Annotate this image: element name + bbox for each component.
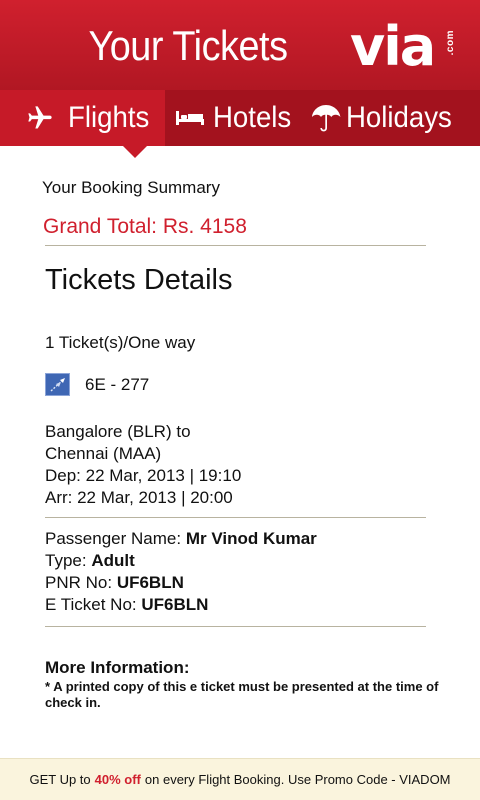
divider — [45, 626, 426, 627]
route-destination: Chennai (MAA) — [45, 444, 162, 463]
ticket-type: 1 Ticket(s)/One way — [45, 333, 196, 352]
page-title: Your Tickets — [88, 22, 288, 69]
tab-flights-label: Flights — [68, 101, 150, 134]
route-info: Bangalore (BLR) to Chennai (MAA) Dep: 22… — [45, 421, 241, 509]
pnr-value: UF6BLN — [116, 573, 184, 592]
airplane-icon — [28, 106, 52, 129]
pnr-row: PNR No: UF6BLN — [45, 572, 317, 594]
active-tab-pointer — [123, 146, 147, 158]
tab-flights[interactable]: Flights — [0, 90, 165, 146]
eticket-label: E Ticket No: — [45, 595, 137, 614]
booking-summary-label: Your Booking Summary — [42, 178, 220, 197]
flight-number: 6E - 277 — [85, 374, 150, 394]
eticket-value: UF6BLN — [141, 595, 209, 614]
promo-highlight: 40% off — [94, 772, 141, 787]
more-information: More Information: * A printed copy of th… — [45, 658, 465, 711]
tab-holidays-label: Holidays — [346, 101, 452, 134]
pnr-label: PNR No: — [45, 573, 113, 592]
flight-row: 6E - 277 — [45, 373, 149, 396]
passenger-info: Passenger Name: Mr Vinod Kumar Type: Adu… — [45, 528, 317, 616]
promo-banner[interactable]: GET Up to 40% off on every Flight Bookin… — [0, 758, 480, 800]
passenger-type-label: Type: — [45, 551, 87, 570]
eticket-row: E Ticket No: UF6BLN — [45, 594, 317, 616]
passenger-type-row: Type: Adult — [45, 550, 317, 572]
passenger-type-value: Adult — [91, 551, 135, 570]
tab-hotels[interactable]: Hotels — [165, 90, 300, 146]
grand-total: Grand Total: Rs. 4158 — [43, 215, 247, 238]
airline-logo-icon — [45, 373, 70, 396]
passenger-name-label: Passenger Name: — [45, 529, 182, 548]
bed-icon — [176, 111, 204, 125]
passenger-name-value: Mr Vinod Kumar — [185, 529, 317, 548]
tab-bar: Flights Hotels Holidays — [0, 90, 480, 146]
more-information-note: * A printed copy of this e ticket must b… — [45, 679, 439, 710]
more-information-title: More Information: — [45, 658, 190, 677]
arrival-time: Arr: 22 Mar, 2013 | 20:00 — [45, 488, 233, 507]
app-header: Your Tickets via .com — [0, 0, 480, 90]
tab-holidays[interactable]: Holidays — [300, 90, 480, 146]
logo-text: via — [350, 15, 436, 78]
promo-prefix: GET Up to — [29, 772, 91, 787]
promo-suffix: on every Flight Booking. Use Promo Code … — [144, 772, 451, 787]
divider — [45, 517, 426, 518]
logo-suffix: .com — [445, 30, 456, 56]
passenger-name-row: Passenger Name: Mr Vinod Kumar — [45, 528, 317, 550]
divider — [45, 245, 426, 246]
tab-hotels-label: Hotels — [213, 101, 292, 134]
departure-time: Dep: 22 Mar, 2013 | 19:10 — [45, 466, 242, 485]
tickets-details-title: Tickets Details — [45, 264, 233, 296]
umbrella-icon — [312, 105, 341, 132]
via-logo[interactable]: via .com — [350, 20, 456, 74]
route-origin: Bangalore (BLR) to — [45, 422, 191, 441]
